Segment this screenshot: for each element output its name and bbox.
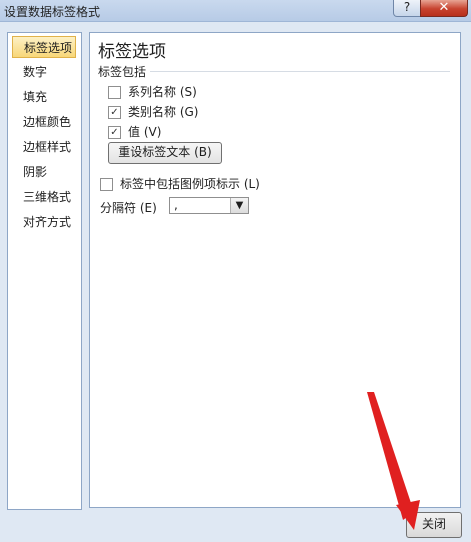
red-arrow-icon: [367, 392, 420, 530]
arrow-shaft: [367, 392, 414, 520]
arrow-head: [396, 500, 420, 530]
